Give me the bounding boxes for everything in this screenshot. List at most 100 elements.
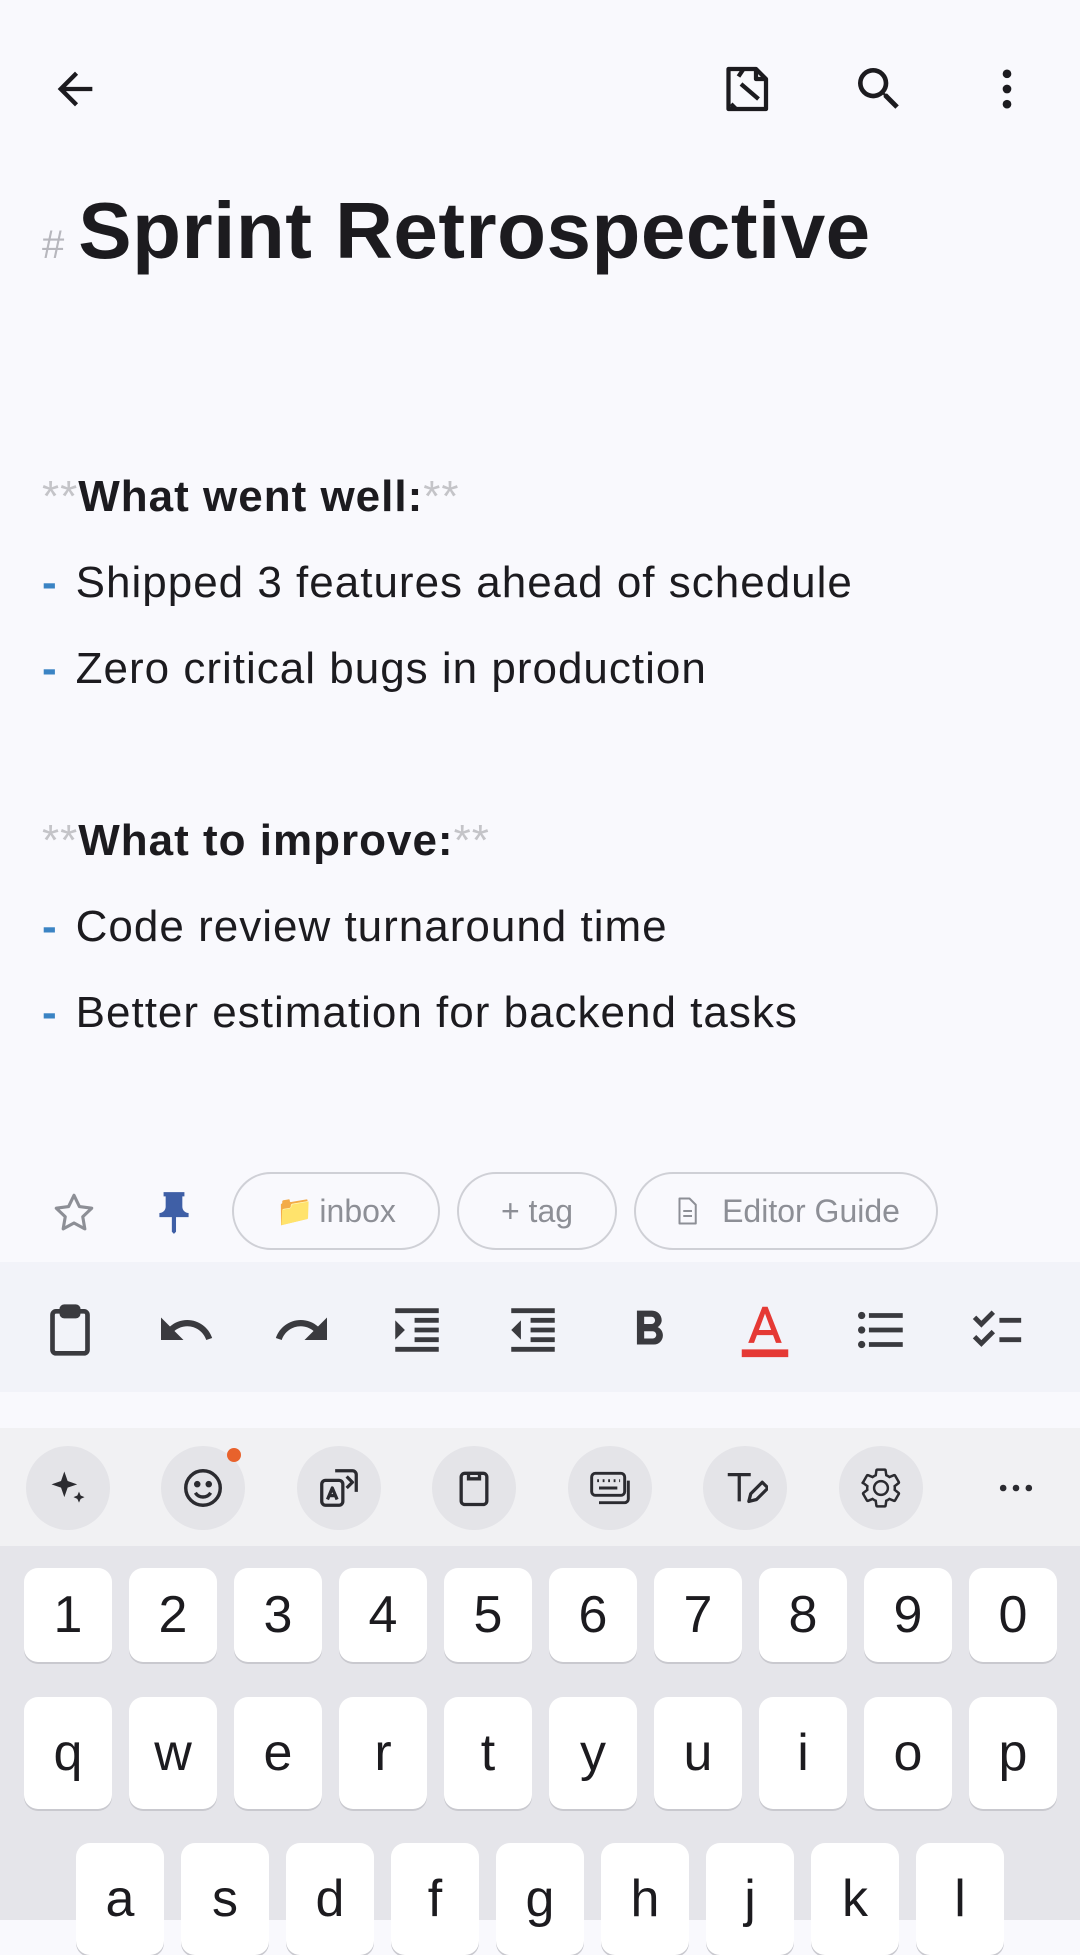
key-a[interactable]: a [76, 1843, 164, 1955]
keyboard-mode-button[interactable] [568, 1446, 652, 1530]
section-heading[interactable]: **What went well:** [42, 472, 460, 522]
more-vert-icon [1002, 69, 1012, 109]
key-i[interactable]: i [759, 1697, 847, 1809]
clipboard-icon [459, 1471, 489, 1507]
key-5[interactable]: 5 [444, 1568, 532, 1662]
pin-button[interactable] [142, 1181, 206, 1245]
gear-icon [861, 1468, 901, 1508]
keyboard-more-button[interactable] [974, 1446, 1058, 1530]
indent-button[interactable] [377, 1290, 457, 1370]
note-title[interactable]: Sprint Retrospective [78, 185, 870, 277]
markdown-bold-open: ** [42, 472, 79, 521]
ai-writing-button[interactable] [26, 1446, 110, 1530]
reading-mode-button[interactable] [703, 41, 799, 137]
key-e[interactable]: e [234, 1697, 322, 1809]
keyboard-icon [590, 1471, 630, 1505]
redo-button[interactable] [262, 1290, 342, 1370]
list-item[interactable]: - Shipped 3 features ahead of schedule [42, 558, 853, 608]
key-s[interactable]: s [181, 1843, 269, 1955]
key-6[interactable]: 6 [549, 1568, 637, 1662]
key-0[interactable]: 0 [969, 1568, 1057, 1662]
checklist-icon [972, 1310, 1022, 1347]
sparkle-icon [51, 1471, 85, 1503]
key-8[interactable]: 8 [759, 1568, 847, 1662]
undo-button[interactable] [146, 1290, 226, 1370]
markdown-bold-close: ** [423, 472, 460, 521]
key-h[interactable]: h [601, 1843, 689, 1955]
format-color-text-icon [741, 1306, 789, 1358]
key-p[interactable]: p [969, 1697, 1057, 1809]
add-tag-label: + tag [500, 1192, 574, 1229]
notification-dot [227, 1448, 241, 1462]
handwriting-button[interactable] [703, 1446, 787, 1530]
emoji-button[interactable] [161, 1446, 245, 1530]
clipboard-icon [50, 1304, 90, 1356]
outdent-button[interactable] [493, 1290, 573, 1370]
editor-guide-label: Editor Guide [722, 1192, 900, 1229]
text-color-button[interactable] [725, 1290, 805, 1370]
key-9[interactable]: 9 [864, 1568, 952, 1662]
format-bold-icon [636, 1310, 663, 1345]
list-item-text: Shipped 3 features ahead of schedule [75, 558, 853, 607]
search-button[interactable] [831, 41, 927, 137]
more-options-button[interactable] [959, 41, 1055, 137]
bullet-list-button[interactable] [841, 1290, 921, 1370]
section-heading-text: What to improve: [78, 816, 454, 865]
key-u[interactable]: u [654, 1697, 742, 1809]
note-title-row[interactable]: # Sprint Retrospective [42, 185, 1040, 277]
handwriting-icon [727, 1472, 768, 1504]
bold-button[interactable] [609, 1290, 689, 1370]
push-pin-icon [159, 1192, 189, 1234]
folder-chip[interactable]: 📁 inbox [232, 1172, 440, 1250]
star-outline-icon [54, 1193, 94, 1231]
bullet-marker: - [42, 644, 58, 693]
back-button[interactable] [27, 41, 123, 137]
key-7[interactable]: 7 [654, 1568, 742, 1662]
key-1[interactable]: 1 [24, 1568, 112, 1662]
key-o[interactable]: o [864, 1697, 952, 1809]
top-app-bar [0, 0, 1080, 180]
folder-icon: 📁 [276, 1194, 314, 1228]
format-list-bulleted-icon [858, 1311, 903, 1349]
key-d[interactable]: d [286, 1843, 374, 1955]
key-j[interactable]: j [706, 1843, 794, 1955]
editor-guide-chip[interactable]: Editor Guide [634, 1172, 938, 1250]
section-heading[interactable]: **What to improve:** [42, 816, 490, 866]
key-y[interactable]: y [549, 1697, 637, 1809]
favorite-button[interactable] [42, 1181, 106, 1245]
list-item-text: Zero critical bugs in production [75, 644, 707, 693]
key-3[interactable]: 3 [234, 1568, 322, 1662]
key-g[interactable]: g [496, 1843, 584, 1955]
key-w[interactable]: w [129, 1697, 217, 1809]
emoji-icon [184, 1469, 222, 1507]
translate-icon [320, 1469, 358, 1507]
list-item[interactable]: - Zero critical bugs in production [42, 644, 707, 694]
list-item[interactable]: - Code review turnaround time [42, 902, 668, 952]
search-icon [858, 68, 899, 109]
key-q[interactable]: q [24, 1697, 112, 1809]
key-t[interactable]: t [444, 1697, 532, 1809]
key-2[interactable]: 2 [129, 1568, 217, 1662]
paste-button[interactable] [30, 1290, 110, 1370]
format-indent-decrease-icon [511, 1308, 555, 1352]
key-l[interactable]: l [916, 1843, 1004, 1955]
list-item-text: Better estimation for backend tasks [75, 988, 798, 1037]
key-4[interactable]: 4 [339, 1568, 427, 1662]
undo-icon [161, 1317, 213, 1340]
checklist-button[interactable] [957, 1290, 1037, 1370]
add-tag-chip[interactable]: + tag [457, 1172, 617, 1250]
bullet-marker: - [42, 902, 58, 951]
translate-button[interactable] [297, 1446, 381, 1530]
markdown-bold-open: ** [42, 816, 79, 865]
redo-icon [275, 1317, 327, 1340]
section-heading-text: What went well: [78, 472, 424, 521]
clipboard-button[interactable] [432, 1446, 516, 1530]
edit-document-icon [726, 66, 769, 112]
list-item[interactable]: - Better estimation for backend tasks [42, 988, 798, 1038]
key-f[interactable]: f [391, 1843, 479, 1955]
key-k[interactable]: k [811, 1843, 899, 1955]
markdown-bold-close: ** [453, 816, 490, 865]
key-r[interactable]: r [339, 1697, 427, 1809]
keyboard-settings-button[interactable] [839, 1446, 923, 1530]
document-icon [678, 1197, 697, 1225]
